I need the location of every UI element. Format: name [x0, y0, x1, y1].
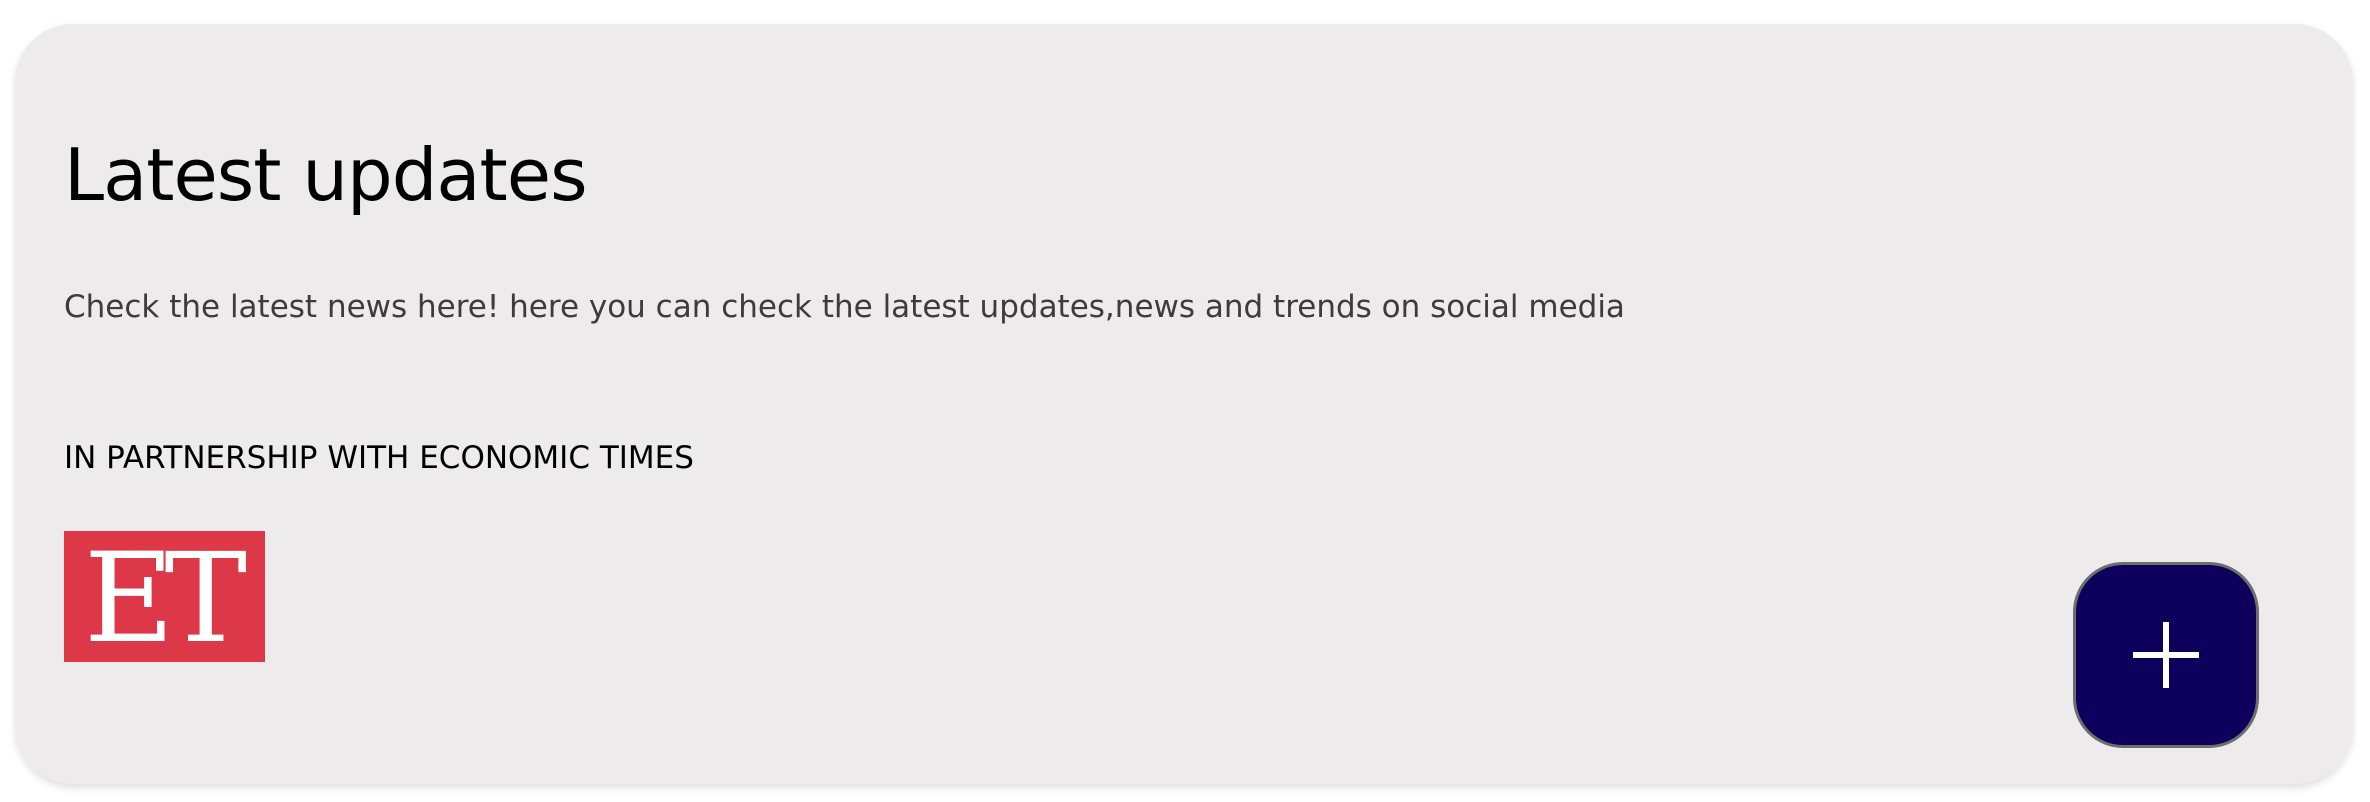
partnership-label: IN PARTNERSHIP WITH ECONOMIC TIMES: [64, 440, 694, 476]
logo-text: ET: [83, 526, 247, 671]
plus-icon: [2133, 622, 2199, 688]
page-title: Latest updates: [64, 133, 588, 217]
latest-updates-card: Latest updates Check the latest news her…: [15, 24, 2353, 784]
description-text: Check the latest news here! here you can…: [64, 289, 1625, 325]
economic-times-logo: ET: [64, 531, 265, 662]
add-button[interactable]: [2073, 562, 2259, 748]
